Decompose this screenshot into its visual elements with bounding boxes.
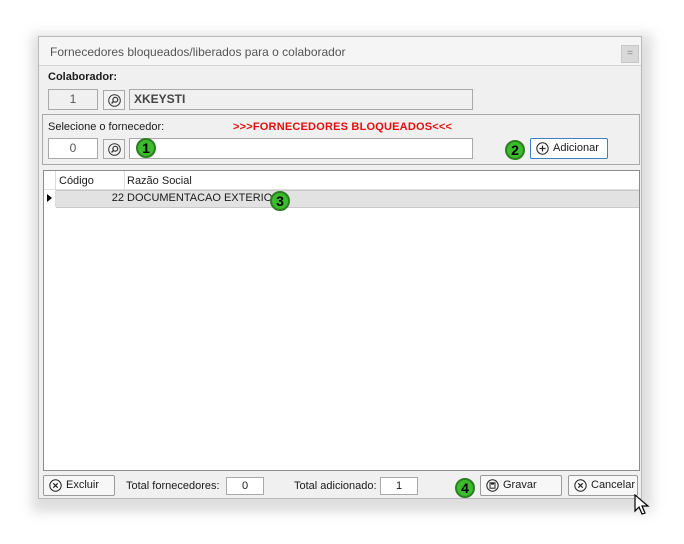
minimize-button[interactable]: = — [621, 45, 639, 63]
cancel-button-label: Cancelar — [591, 479, 636, 491]
plus-circle-icon — [536, 142, 549, 155]
fornecedores-grid[interactable]: Código Razão Social 22 DOCUMENTACAO EXTE… — [43, 170, 640, 471]
save-button[interactable]: Gravar — [480, 475, 562, 496]
fornecedor-group: Selecione o fornecedor: >>>FORNECEDORES … — [42, 114, 640, 165]
add-button-label: Adicionar — [553, 142, 599, 154]
fornecedor-search-button[interactable] — [103, 139, 125, 159]
column-header-codigo[interactable]: Código — [59, 175, 94, 187]
step-marker-4: 4 — [455, 478, 475, 498]
delete-button-label: Excluir — [66, 479, 100, 491]
x-circle-icon — [574, 479, 587, 492]
total-adicionado-field: 1 — [380, 477, 418, 495]
dialog-window: Fornecedores bloqueados/liberados para o… — [38, 36, 642, 499]
colaborador-code-field[interactable]: 1 — [48, 89, 98, 110]
cancel-button[interactable]: Cancelar — [568, 475, 638, 496]
fornecedor-name-field[interactable] — [129, 138, 473, 159]
title-bar: Fornecedores bloqueados/liberados para o… — [39, 37, 641, 66]
mouse-cursor-icon — [634, 494, 650, 515]
window-title: Fornecedores bloqueados/liberados para o… — [50, 45, 346, 59]
fornecedor-label: Selecione o fornecedor: — [48, 121, 165, 133]
total-fornecedores-label: Total fornecedores: — [126, 480, 220, 492]
table-row[interactable]: 22 DOCUMENTACAO EXTERIOR — [56, 190, 639, 208]
cell-codigo: 22 — [111, 192, 124, 204]
footer-bar: Excluir Total fornecedores: 0 Total adic… — [43, 474, 640, 498]
disk-icon — [486, 479, 499, 492]
total-adicionado-label: Total adicionado: — [294, 480, 377, 492]
step-marker-1: 1 — [136, 138, 156, 158]
column-header-razao-social[interactable]: Razão Social — [127, 175, 192, 187]
step-marker-3: 3 — [270, 191, 290, 211]
row-indicator-icon — [47, 194, 52, 202]
step-marker-2: 2 — [505, 140, 525, 160]
save-button-label: Gravar — [503, 479, 537, 491]
delete-button[interactable]: Excluir — [43, 475, 115, 496]
colaborador-name-field[interactable]: XKEYSTI — [129, 89, 473, 110]
total-fornecedores-field: 0 — [226, 477, 264, 495]
magnifier-icon — [108, 143, 121, 156]
cell-razao-social: DOCUMENTACAO EXTERIOR — [127, 192, 281, 204]
x-circle-icon — [49, 479, 62, 492]
magnifier-icon — [108, 94, 121, 107]
status-text: >>>FORNECEDORES BLOQUEADOS<<< — [233, 121, 453, 133]
fornecedor-code-field[interactable]: 0 — [48, 138, 98, 159]
colaborador-label: Colaborador: — [48, 71, 118, 83]
grid-header: Código Razão Social — [44, 171, 639, 190]
colaborador-search-button[interactable] — [103, 90, 125, 110]
add-button[interactable]: Adicionar — [530, 138, 608, 159]
